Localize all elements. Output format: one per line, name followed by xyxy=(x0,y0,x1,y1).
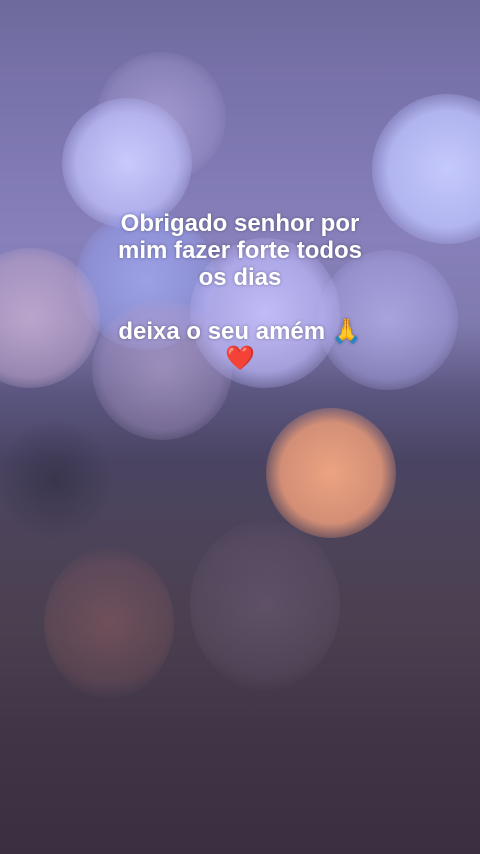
caption-line-amen: deixa o seu amém 🙏 xyxy=(0,317,480,346)
bokeh-shadow xyxy=(0,420,110,540)
bokeh-light xyxy=(190,520,340,690)
bokeh-light xyxy=(44,548,174,698)
bokeh-light xyxy=(62,98,192,228)
story-caption: Obrigado senhor por mim fazer forte todo… xyxy=(0,210,480,372)
praying-hands-icon: 🙏 xyxy=(331,317,362,345)
caption-line: mim fazer forte todos xyxy=(117,237,363,264)
heart-icon: ❤️ xyxy=(225,344,255,372)
caption-line: Obrigado senhor por xyxy=(120,210,360,237)
bokeh-orange-light xyxy=(266,408,396,538)
story-screen: Obrigado senhor por mim fazer forte todo… xyxy=(0,0,480,854)
caption-amen-text: deixa o seu amém xyxy=(118,318,326,345)
caption-line: os dias xyxy=(198,264,282,291)
